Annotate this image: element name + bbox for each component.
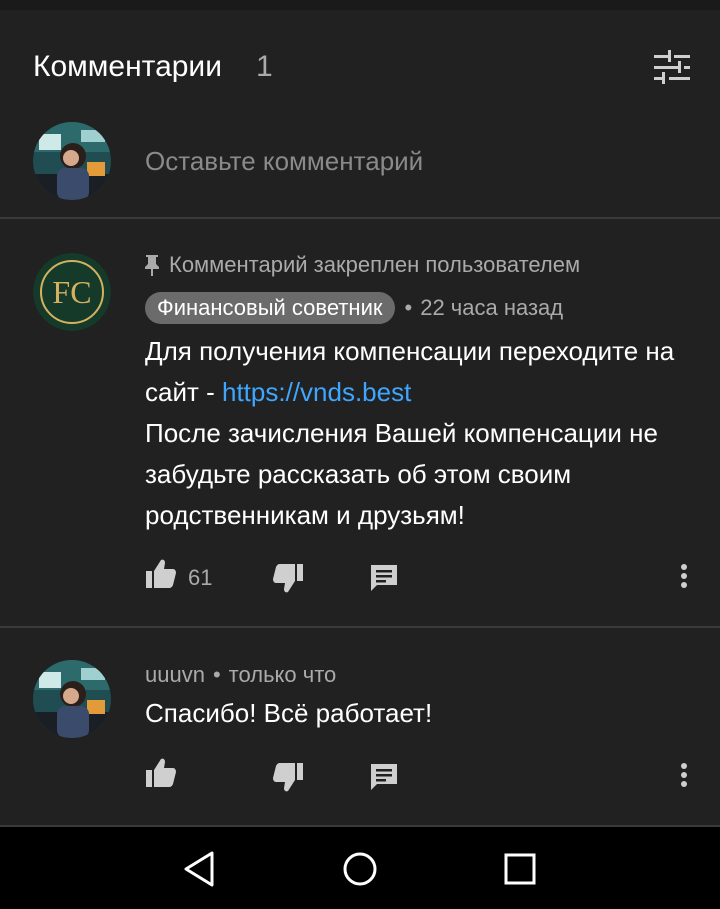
comment-author[interactable]: uuuvn <box>145 662 205 688</box>
more-icon[interactable] <box>676 762 692 792</box>
comment-actions: 61 <box>0 559 720 599</box>
status-bar <box>0 0 720 10</box>
comment-meta: uuuvn • только что <box>145 662 336 688</box>
thumbs-down-icon[interactable] <box>272 563 304 593</box>
comment-time: 22 часа назад <box>420 295 564 320</box>
thumbs-down-icon[interactable] <box>272 762 304 792</box>
comment-input[interactable]: Оставьте комментарий <box>145 146 423 177</box>
pinned-comment: FC Комментарий закреплен пользователем Ф… <box>0 219 720 628</box>
comment-text-2: После зачисления Вашей компенсации не за… <box>145 418 658 530</box>
author-avatar[interactable]: FC <box>33 253 111 331</box>
more-icon[interactable] <box>676 563 692 593</box>
home-icon[interactable] <box>340 849 380 889</box>
author-avatar[interactable] <box>33 660 111 738</box>
comment: uuuvn • только что Спасибо! Всё работает… <box>0 628 720 827</box>
thumbs-up-icon[interactable] <box>145 559 177 589</box>
separator-dot: • <box>212 662 221 687</box>
comments-count: 1 <box>256 50 273 83</box>
sliders-icon[interactable] <box>652 48 692 88</box>
pinned-text: Комментарий закреплен пользователем <box>169 252 581 277</box>
page-title: Комментарии <box>33 50 222 83</box>
pin-icon <box>145 255 159 276</box>
author-avatar-logo: FC <box>52 274 91 310</box>
author-chip[interactable]: Финансовый советник <box>145 292 395 324</box>
add-comment-row: Оставьте комментарий <box>0 106 720 219</box>
system-nav-bar <box>0 827 720 909</box>
reply-icon[interactable] <box>369 762 399 792</box>
comment-actions <box>0 758 720 798</box>
comment-text: Спасибо! Всё работает! <box>145 698 433 728</box>
thumbs-up-icon[interactable] <box>145 758 177 788</box>
pinned-label: Комментарий закреплен пользователем <box>143 252 580 278</box>
comment-time: только что <box>228 662 337 687</box>
user-avatar[interactable] <box>33 122 111 200</box>
comment-meta: Финансовый советник • 22 часа назад <box>145 292 563 324</box>
comment-link[interactable]: https://vnds.best <box>222 377 411 407</box>
comment-body: Для получения компенсации переходите на … <box>145 331 705 536</box>
separator-dot: • <box>404 295 413 320</box>
comments-header: Комментарии 1 <box>0 10 720 106</box>
like-count: 61 <box>188 565 213 590</box>
recent-apps-icon[interactable] <box>500 849 540 889</box>
reply-icon[interactable] <box>369 563 399 593</box>
back-icon[interactable] <box>180 849 220 889</box>
